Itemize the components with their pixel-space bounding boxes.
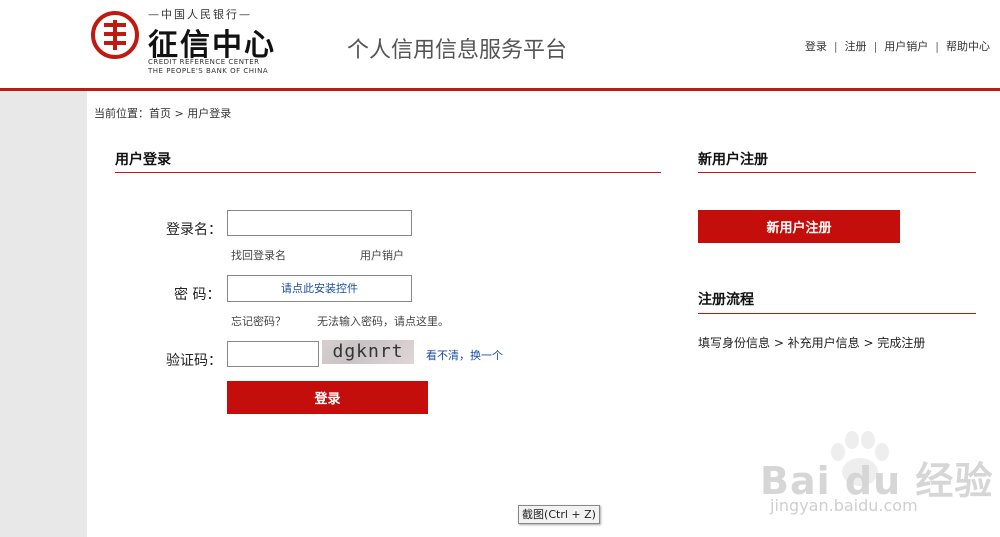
nav-separator: | bbox=[873, 40, 878, 53]
register-flow-divider bbox=[698, 313, 976, 314]
captcha-image[interactable]: dgknrt bbox=[322, 340, 414, 364]
cancel-account-link[interactable]: 用户销户 bbox=[360, 247, 404, 263]
password-control-install[interactable]: 请点此安装控件 bbox=[227, 275, 412, 302]
register-flow-title: 注册流程 bbox=[698, 292, 754, 308]
platform-title: 个人信用信息服务平台 bbox=[347, 38, 568, 63]
nav-separator: | bbox=[833, 40, 838, 53]
forgot-password-link[interactable]: 忘记密码？ bbox=[231, 313, 286, 329]
nav-help-link[interactable]: 帮助中心 bbox=[946, 40, 990, 53]
top-nav: 登录 | 注册 | 用户销户 | 帮助中心 bbox=[805, 38, 990, 54]
logo-seal-icon bbox=[91, 11, 139, 59]
password-label: 密 码： bbox=[174, 287, 221, 303]
nav-register-link[interactable]: 注册 bbox=[845, 40, 867, 53]
nav-login-link[interactable]: 登录 bbox=[805, 40, 827, 53]
site-header: —中国人民银行— 征信中心 CREDIT REFERENCE CENTER TH… bbox=[0, 0, 1000, 91]
register-section-title: 新用户注册 bbox=[698, 152, 768, 168]
install-control-link[interactable]: 请点此安装控件 bbox=[281, 282, 358, 295]
new-user-register-button[interactable]: 新用户注册 bbox=[698, 210, 900, 243]
watermark-url: jingyan.baidu.com bbox=[770, 496, 918, 515]
captcha-input[interactable] bbox=[227, 341, 319, 367]
logo-english-line1: CREDIT REFERENCE CENTER bbox=[148, 58, 260, 66]
captcha-label: 验证码： bbox=[166, 353, 222, 369]
breadcrumb: 当前位置：首页 > 用户登录 bbox=[94, 107, 232, 120]
baidu-watermark: Bai du 经验 jingyan.baidu.com bbox=[760, 430, 992, 520]
nav-cancel-account-link[interactable]: 用户销户 bbox=[884, 40, 928, 53]
login-section-divider bbox=[115, 172, 661, 173]
register-flow-steps: 填写身份信息 > 补充用户信息 > 完成注册 bbox=[698, 336, 926, 350]
register-section-divider bbox=[698, 172, 976, 173]
cannot-input-password-link[interactable]: 无法输入密码，请点这里。 bbox=[317, 313, 449, 329]
login-button[interactable]: 登录 bbox=[227, 381, 428, 414]
refresh-captcha-link[interactable]: 看不清，换一个 bbox=[426, 347, 503, 363]
find-username-link[interactable]: 找回登录名 bbox=[231, 247, 286, 263]
nav-separator: | bbox=[935, 40, 939, 53]
logo-english-line2: THE PEOPLE'S BANK OF CHINA bbox=[148, 67, 269, 75]
login-section-title: 用户登录 bbox=[115, 152, 171, 168]
username-input[interactable] bbox=[227, 210, 412, 236]
credit-center-logo[interactable]: —中国人民银行— 征信中心 CREDIT REFERENCE CENTER TH… bbox=[90, 6, 290, 78]
screenshot-tooltip: 截图(Ctrl + Z) bbox=[518, 505, 600, 524]
username-label: 登录名： bbox=[166, 222, 222, 238]
